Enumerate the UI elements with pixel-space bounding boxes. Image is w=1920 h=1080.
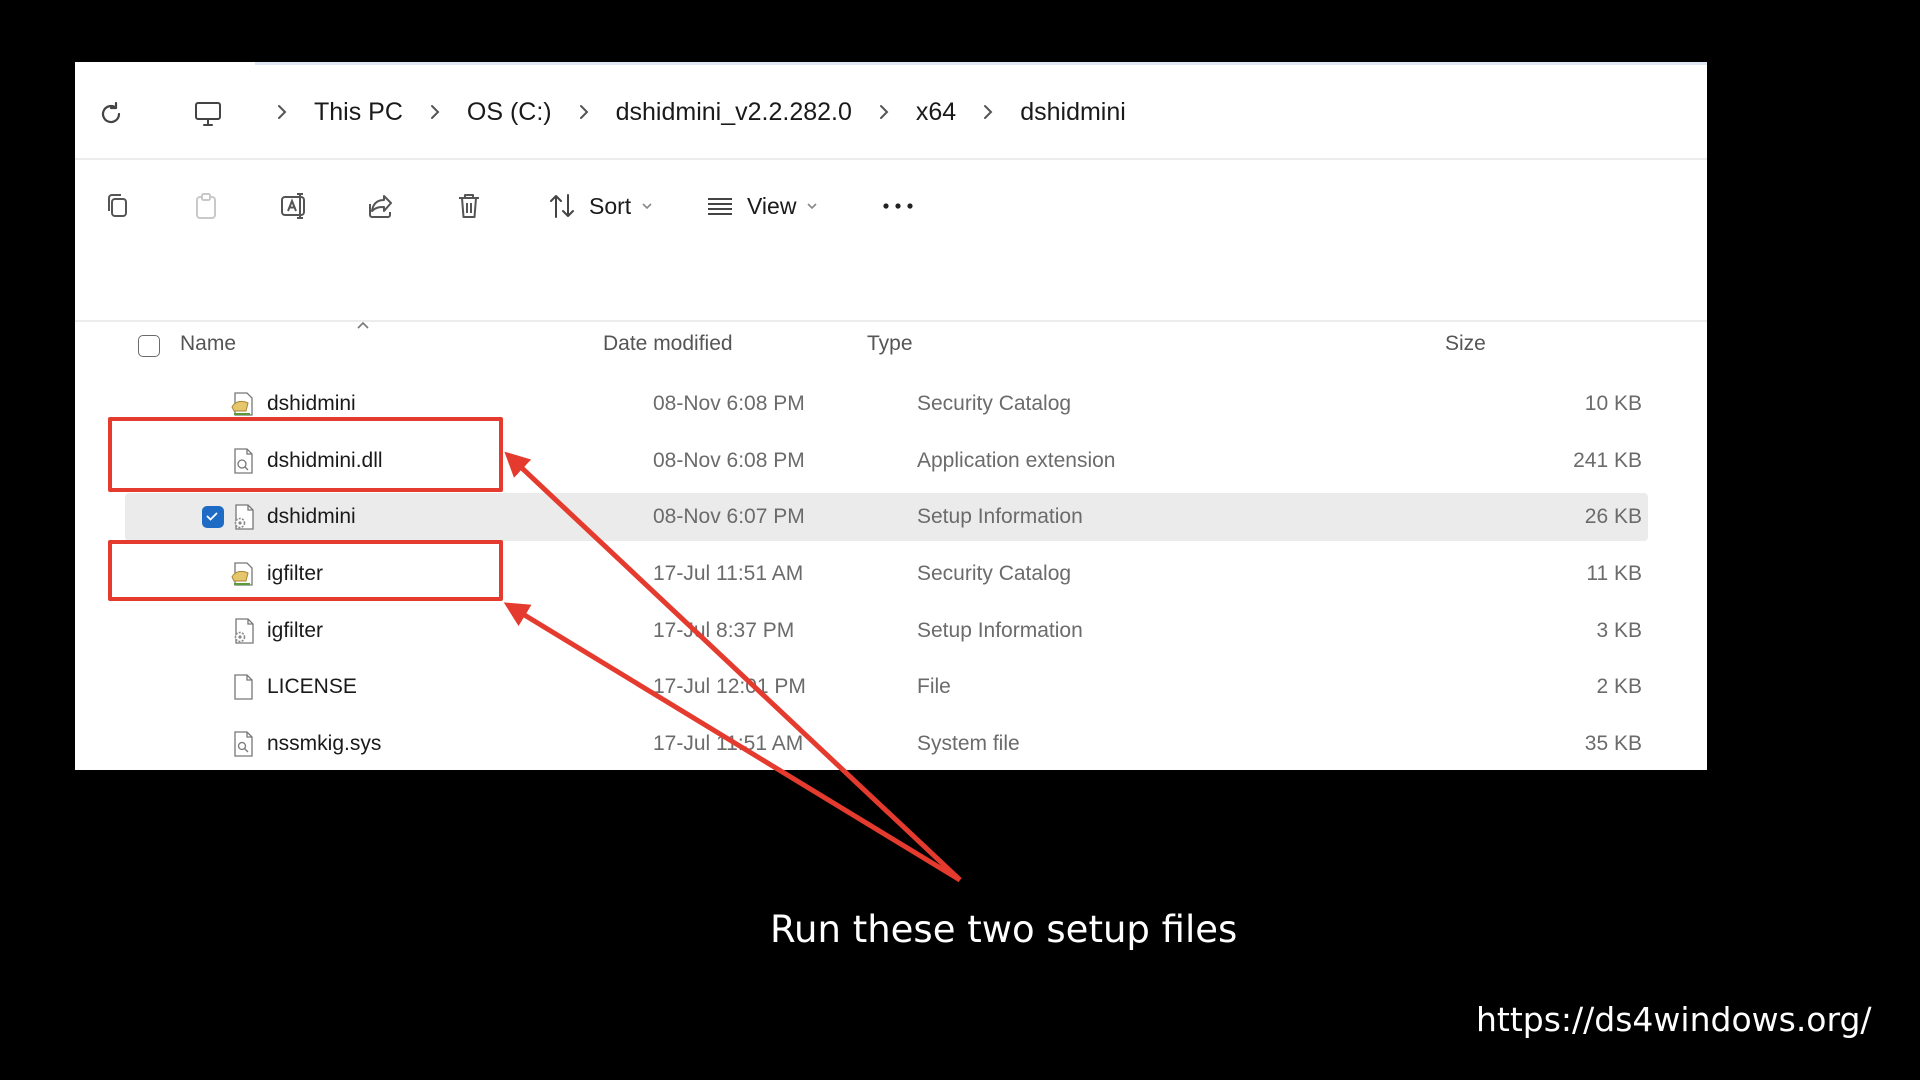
file-row[interactable]: nssmkig.sys 17-Jul 11:51 AM System file 35 … [125, 720, 1648, 768]
view-button[interactable]: View [705, 190, 818, 222]
file-type: Application extension [917, 449, 1116, 472]
file-date-modified: 17-Jul 11:51 AM [653, 732, 804, 755]
file-type: Security Catalog [917, 392, 1072, 415]
chevron-right-icon [978, 102, 998, 122]
refresh-icon[interactable] [97, 100, 125, 128]
column-date-modified[interactable]: Date modified [603, 332, 733, 356]
this-pc-icon[interactable] [192, 98, 224, 130]
file-name: igfilter [267, 619, 324, 642]
chevron-right-icon [272, 102, 292, 122]
file-row[interactable]: igfilter 17-Jul 8:37 PM Setup Information 3… [125, 607, 1648, 655]
breadcrumb: This PC OS (C:) dshidmini_v2.2.282.0 x64… [250, 92, 1126, 132]
highlight-box-dshidmini-inf [108, 417, 503, 492]
column-type[interactable]: Type [867, 332, 913, 356]
column-name[interactable]: Name [180, 332, 236, 356]
setup-info-icon [228, 502, 258, 532]
select-all-checkbox[interactable] [138, 335, 160, 357]
rename-icon[interactable] [278, 190, 310, 222]
more-options-icon[interactable] [880, 190, 916, 222]
share-icon[interactable] [365, 190, 397, 222]
highlight-box-igfilter-inf [108, 540, 503, 601]
file-name: LICENSE [267, 675, 357, 698]
file-explorer-window: This PC OS (C:) dshidmini_v2.2.282.0 x64… [75, 62, 1707, 770]
file-date-modified: 08-Nov 6:08 PM [653, 449, 805, 472]
file-date-modified: 17-Jul 12:01 PM [653, 675, 806, 698]
command-bar: Sort View [75, 160, 1707, 322]
column-header-row: Name Date modified Type Size [75, 321, 1707, 366]
chevron-down-icon [642, 203, 652, 210]
file-row[interactable]: dshidmini 08-Nov 6:07 PM Setup Information… [125, 493, 1648, 541]
file-size: 35 KB [1584, 732, 1642, 755]
file-size: 2 KB [1596, 675, 1642, 698]
file-type: File [917, 675, 951, 698]
blank-file-icon [228, 672, 258, 702]
file-date-modified: 17-Jul 11:51 AM [653, 562, 804, 585]
file-name: dshidmini [267, 505, 356, 528]
address-bar: This PC OS (C:) dshidmini_v2.2.282.0 x64… [75, 62, 1707, 160]
file-row[interactable]: LICENSE 17-Jul 12:01 PM File 2 KB [125, 663, 1648, 711]
checkmark-icon [206, 512, 218, 521]
chevron-down-icon [807, 203, 818, 210]
file-type: Security Catalog [917, 562, 1072, 585]
sort-button[interactable]: Sort [547, 190, 653, 222]
breadcrumb-dshidmini[interactable]: dshidmini [1020, 98, 1126, 127]
sort-ascending-icon [357, 321, 369, 329]
sort-icon [550, 194, 574, 218]
chevron-right-icon [425, 102, 445, 122]
file-date-modified: 17-Jul 8:37 PM [653, 619, 795, 642]
paste-icon[interactable] [190, 190, 222, 222]
file-size: 26 KB [1584, 505, 1642, 528]
breadcrumb-x64[interactable]: x64 [916, 98, 956, 127]
file-name: nssmkig.sys [267, 732, 382, 755]
file-size: 10 KB [1584, 392, 1642, 415]
file-size: 241 KB [1573, 449, 1642, 472]
file-date-modified: 08-Nov 6:07 PM [653, 505, 805, 528]
row-checkbox[interactable] [202, 506, 224, 528]
file-size: 3 KB [1596, 619, 1642, 642]
breadcrumb-this-pc[interactable]: This PC [314, 98, 403, 127]
file-size: 11 KB [1586, 562, 1642, 585]
setup-info-icon [228, 616, 258, 646]
file-type: Setup Information [917, 619, 1083, 642]
breadcrumb-dshidmini-version[interactable]: dshidmini_v2.2.282.0 [616, 98, 852, 127]
view-list-icon [708, 198, 732, 215]
column-size[interactable]: Size [1445, 332, 1486, 356]
file-type: Setup Information [917, 505, 1083, 528]
annotation-caption: Run these two setup files [770, 908, 1238, 951]
security-catalog-icon [228, 389, 258, 419]
chevron-right-icon [874, 102, 894, 122]
delete-icon[interactable] [453, 190, 485, 222]
file-name: dshidmini [267, 392, 356, 415]
watermark-url: https://ds4windows.org/ [1476, 1000, 1872, 1039]
file-type: System file [917, 732, 1020, 755]
chevron-right-icon [574, 102, 594, 122]
system-file-icon [228, 729, 258, 759]
file-date-modified: 08-Nov 6:08 PM [653, 392, 805, 415]
copy-icon[interactable] [102, 190, 134, 222]
view-label: View [747, 192, 797, 219]
sort-label: Sort [589, 192, 632, 219]
breadcrumb-os-c[interactable]: OS (C:) [467, 98, 552, 127]
